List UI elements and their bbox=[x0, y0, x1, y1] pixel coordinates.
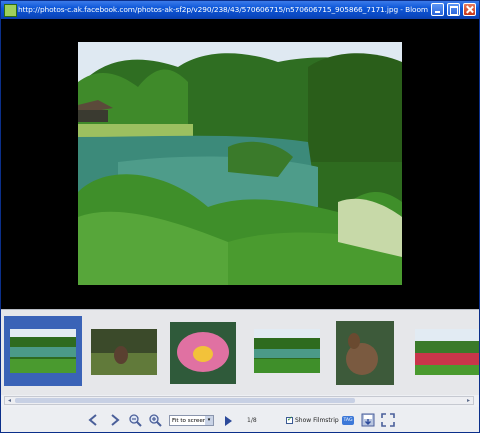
filmstrip-thumb-1[interactable] bbox=[4, 316, 82, 386]
rotate-left-icon[interactable] bbox=[87, 413, 101, 427]
zoom-out-icon[interactable] bbox=[128, 413, 142, 427]
fullscreen-icon[interactable] bbox=[381, 413, 395, 427]
app-window: http://photos-c.ak.facebook.com/photos-a… bbox=[0, 0, 480, 433]
chevron-down-icon[interactable]: ▾ bbox=[205, 416, 213, 425]
scroll-right-arrow-icon[interactable]: ▸ bbox=[464, 397, 473, 404]
maximize-button[interactable] bbox=[447, 3, 460, 16]
bottom-toolbar: Fit to screen ▾ 1/8 Show Filmstrip TAG bbox=[1, 407, 479, 432]
show-filmstrip-checkbox[interactable] bbox=[286, 415, 293, 424]
filmstrip bbox=[1, 309, 479, 395]
zoom-in-icon[interactable] bbox=[148, 413, 162, 427]
filmstrip-thumb-3[interactable] bbox=[166, 316, 244, 386]
zoom-select-value: Fit to screen bbox=[172, 418, 207, 424]
app-icon bbox=[4, 4, 17, 17]
tag-badge[interactable]: TAG bbox=[342, 416, 354, 425]
image-viewer[interactable] bbox=[1, 19, 479, 309]
filmstrip-thumb-5[interactable] bbox=[330, 316, 408, 386]
scroll-left-arrow-icon[interactable]: ◂ bbox=[5, 397, 14, 404]
zoom-select[interactable]: Fit to screen ▾ bbox=[169, 415, 214, 426]
play-slideshow-icon[interactable] bbox=[225, 416, 232, 426]
filmstrip-thumb-4[interactable] bbox=[248, 316, 326, 386]
show-filmstrip-label[interactable]: Show Filmstrip bbox=[295, 417, 339, 424]
filmstrip-thumb-6[interactable] bbox=[411, 316, 480, 386]
title-bar[interactable]: http://photos-c.ak.facebook.com/photos-a… bbox=[1, 1, 479, 19]
save-image-icon[interactable] bbox=[361, 413, 375, 427]
main-photo bbox=[78, 42, 402, 285]
filmstrip-scrollbar[interactable]: ◂ ▸ bbox=[4, 396, 474, 405]
minimize-button[interactable] bbox=[431, 3, 444, 16]
filmstrip-thumb-2[interactable] bbox=[85, 316, 163, 386]
scrollbar-thumb[interactable] bbox=[15, 398, 355, 403]
image-counter: 1/8 bbox=[247, 417, 257, 424]
close-button[interactable] bbox=[463, 3, 476, 16]
rotate-right-icon[interactable] bbox=[107, 413, 121, 427]
window-title: http://photos-c.ak.facebook.com/photos-a… bbox=[18, 5, 428, 14]
